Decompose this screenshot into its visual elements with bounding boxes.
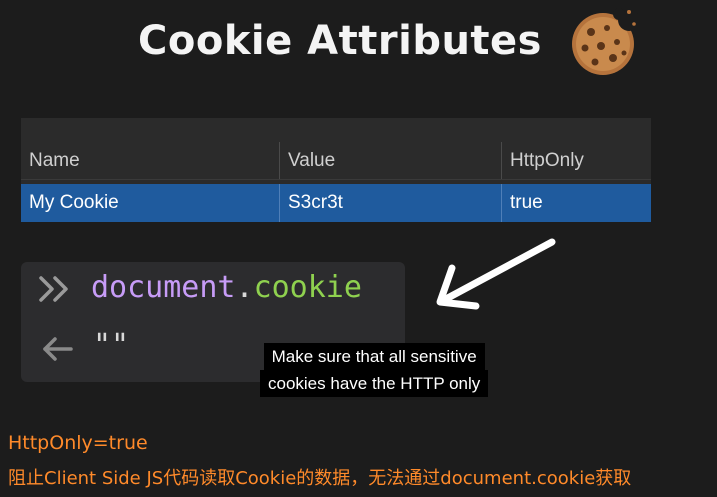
- arrow-left-icon: [43, 337, 73, 361]
- cookie-httponly-cell[interactable]: true: [502, 184, 651, 222]
- column-header-name[interactable]: Name: [21, 142, 280, 179]
- double-chevron-right-icon: [39, 276, 68, 302]
- cookie-name-cell[interactable]: My Cookie: [21, 184, 280, 222]
- column-header-httponly[interactable]: HttpOnly: [502, 142, 651, 179]
- console-command[interactable]: document.cookie: [91, 270, 362, 305]
- video-subtitle: Make sure that all sensitive cookies hav…: [260, 343, 489, 397]
- js-dot-token: .: [235, 270, 254, 305]
- page-title: Cookie Attributes: [138, 18, 542, 64]
- subtitle-line-1: Make sure that all sensitive: [263, 343, 485, 370]
- table-header-row: Name Value HttpOnly: [21, 142, 651, 180]
- table-row[interactable]: My Cookie S3cr3t true: [21, 184, 651, 222]
- note-httponly: HttpOnly=true: [8, 432, 148, 454]
- js-object-token: document: [91, 270, 236, 305]
- cookie-table: Name Value HttpOnly My Cookie S3cr3t tru…: [21, 118, 651, 222]
- column-header-value[interactable]: Value: [280, 142, 502, 179]
- js-property-token: cookie: [253, 270, 362, 305]
- cookie-icon: [572, 8, 639, 75]
- cookie-value-cell[interactable]: S3cr3t: [280, 184, 502, 222]
- pointer-arrow-icon: [436, 238, 556, 310]
- console-result: "": [93, 328, 130, 363]
- subtitle-line-2: cookies have the HTTP only: [260, 370, 489, 397]
- note-description: 阻止Client Side JS代码读取Cookie的数据，无法通过docume…: [8, 468, 632, 489]
